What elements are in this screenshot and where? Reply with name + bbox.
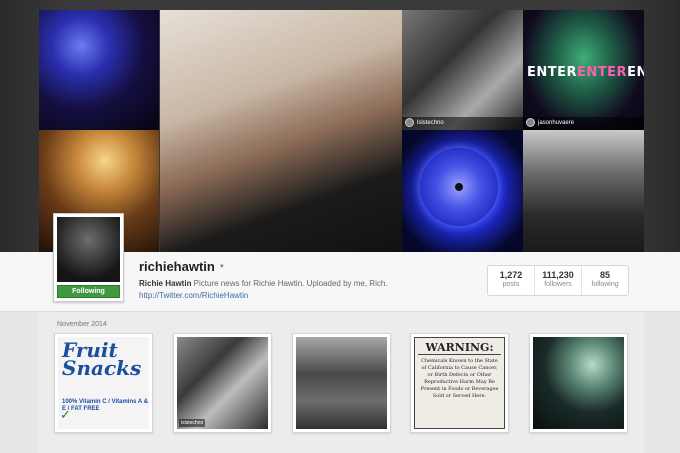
profile-username[interactable]: richiehawtin	[139, 259, 215, 274]
enter-sign-text: ENTERENTERENTER	[527, 65, 644, 80]
stat-following[interactable]: 85 following	[582, 266, 628, 295]
profile-username-row: richiehawtin ▼	[139, 259, 225, 274]
turntable-image	[420, 148, 498, 226]
profile-stats: 1,272 posts 111,230 followers 85 followi…	[487, 265, 629, 296]
vitamin-text: 100% Vitamin C / Vitamins A & E / FAT FR…	[62, 399, 149, 412]
grid-photo-1[interactable]: Fruit Snacks 100% Vitamin C / Vitamins A…	[54, 333, 153, 433]
caret-down-icon[interactable]: ▼	[219, 264, 225, 270]
photo-image	[533, 337, 624, 429]
tag-username: lslstechno	[417, 119, 444, 126]
turntable-spindle	[455, 183, 463, 191]
month-heading: November 2014	[57, 321, 107, 328]
bio-name: Richie Hawtin	[139, 279, 192, 288]
grid-photo-5[interactable]	[529, 333, 628, 433]
stat-label: posts	[502, 281, 520, 288]
warning-body: Chemicals Known to the State of Californ…	[420, 358, 499, 399]
collage-photo-featured[interactable]	[160, 10, 402, 252]
stat-value: 1,272	[499, 270, 523, 280]
bio-text: Picture news for Richie Hawtin. Uploaded…	[191, 279, 388, 288]
photo-image: lslstechno	[177, 337, 268, 429]
photo-user-tag: lslstechno	[405, 118, 444, 127]
tag-avatar	[405, 118, 414, 127]
enter-word-mid: ENTER	[577, 65, 628, 80]
tag-username: jasonhuvaere	[538, 119, 575, 126]
profile-website-link[interactable]: http://Twitter.com/RichieHawtin	[139, 291, 248, 300]
grid-photo-3[interactable]	[292, 333, 391, 433]
avatar[interactable]	[57, 217, 120, 282]
photo-user-tag: lslstechno	[179, 419, 206, 427]
header-collage: lslstechno ENTERENTERENTER jasonhuvaere	[39, 10, 644, 252]
photo-image: Fruit Snacks 100% Vitamin C / Vitamins A…	[58, 337, 149, 429]
stat-followers[interactable]: 111,230 followers	[535, 266, 582, 295]
collage-photo-1[interactable]	[39, 10, 159, 130]
tag-avatar	[526, 118, 535, 127]
fruit-snacks-text: Fruit Snacks	[62, 338, 142, 380]
photo-user-tag: jasonhuvaere	[526, 118, 574, 127]
checkmark-icon: ✓	[60, 407, 71, 422]
stat-label: followers	[544, 281, 572, 288]
following-button[interactable]: Following	[57, 285, 120, 298]
grid-photo-2[interactable]: lslstechno	[173, 333, 272, 433]
collage-photo-5[interactable]	[402, 130, 523, 252]
profile-bio: Richie Hawtin Picture news for Richie Ha…	[139, 279, 388, 288]
photo-image	[296, 337, 387, 429]
stat-value: 111,230	[542, 270, 574, 280]
enter-word-right: ENTER	[627, 65, 644, 80]
stat-value: 85	[599, 270, 610, 280]
collage-photo-3[interactable]: lslstechno	[402, 10, 523, 130]
stat-label: following	[591, 281, 619, 288]
stat-posts[interactable]: 1,272 posts	[488, 266, 535, 295]
photo-image: WARNING: Chemicals Known to the State of…	[414, 337, 505, 429]
enter-word-left: ENTER	[527, 65, 578, 80]
profile-avatar-card: Following	[53, 213, 124, 302]
grid-photo-4[interactable]: WARNING: Chemicals Known to the State of…	[410, 333, 509, 433]
collage-photo-6[interactable]	[523, 130, 644, 252]
warning-title: WARNING:	[418, 341, 501, 355]
collage-photo-4[interactable]: ENTERENTERENTER jasonhuvaere	[523, 10, 644, 130]
